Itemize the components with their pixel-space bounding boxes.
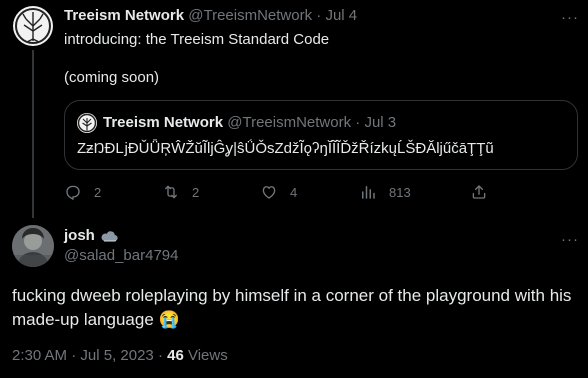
reply-count: 2 xyxy=(94,184,102,200)
retweet-button[interactable]: 2 xyxy=(162,180,199,204)
tweet-text-line1: introducing: the Treeism Standard Code xyxy=(64,31,330,48)
reply-meta-separator-2: · xyxy=(157,347,163,364)
like-button[interactable]: 4 xyxy=(260,180,297,204)
quoted-tweet-card[interactable]: Treeism Network @TreeismNetwork · Jul 3 … xyxy=(64,100,578,170)
share-button[interactable] xyxy=(470,180,488,204)
quoted-date: Jul 3 xyxy=(364,114,397,131)
reply-meta: 2:30 AM · Jul 5, 2023 · 46 Views xyxy=(12,347,228,365)
cloud-icon xyxy=(100,230,118,242)
reply-meta-separator: · xyxy=(71,347,77,364)
tweet-separator: · xyxy=(316,7,322,24)
tweet-date[interactable]: Jul 4 xyxy=(325,7,357,24)
reply-views-label: Views xyxy=(187,347,228,364)
reply-author-name[interactable]: josh xyxy=(64,227,95,245)
reply-more-button[interactable]: ··· xyxy=(561,232,579,247)
tweet-more-button[interactable]: ··· xyxy=(561,10,579,25)
reply-icon xyxy=(64,183,82,201)
avatar-treeism[interactable] xyxy=(13,6,53,46)
quoted-separator: · xyxy=(355,114,361,131)
views-button[interactable]: 813 xyxy=(359,180,411,204)
reply-button[interactable]: 2 xyxy=(64,180,101,204)
reply-date[interactable]: Jul 5, 2023 xyxy=(80,347,153,364)
reply-author: josh xyxy=(64,227,118,245)
views-count: 813 xyxy=(389,184,411,200)
heart-icon xyxy=(260,183,278,201)
quoted-author-name: Treeism Network xyxy=(103,114,224,131)
reply-time[interactable]: 2:30 AM xyxy=(12,347,67,364)
avatar-josh[interactable] xyxy=(12,225,54,267)
quoted-header: Treeism Network @TreeismNetwork · Jul 3 xyxy=(103,114,396,132)
retweet-count: 2 xyxy=(192,184,200,200)
quoted-avatar xyxy=(77,113,97,133)
share-icon xyxy=(470,183,488,201)
tweet-action-bar: 2 2 4 813 xyxy=(64,180,494,204)
retweet-icon xyxy=(162,183,180,201)
reply-text: fucking dweeb roleplaying by himself in … xyxy=(12,286,572,329)
tweet-author-name[interactable]: Treeism Network xyxy=(64,7,184,24)
tweet-author-handle[interactable]: @TreeismNetwork xyxy=(188,7,312,24)
quoted-text: ZƶŊĐǈĐǓǕŖŴŽŭĨljĜỿ|ŝǗǑsZdžĨǫʔŋĬĨĨĎžŘízkųĹ… xyxy=(77,140,494,157)
reply-author-handle[interactable]: @salad_bar4794 xyxy=(64,247,178,265)
like-count: 4 xyxy=(290,184,298,200)
tweet-header: Treeism Network @TreeismNetwork · Jul 4 xyxy=(64,7,357,25)
views-icon xyxy=(359,183,377,201)
reply-views-count: 46 xyxy=(167,347,184,364)
thread-connector-line xyxy=(32,50,34,218)
quoted-author-handle: @TreeismNetwork xyxy=(227,114,352,131)
tweet-text-line2: (coming soon) xyxy=(64,69,160,86)
